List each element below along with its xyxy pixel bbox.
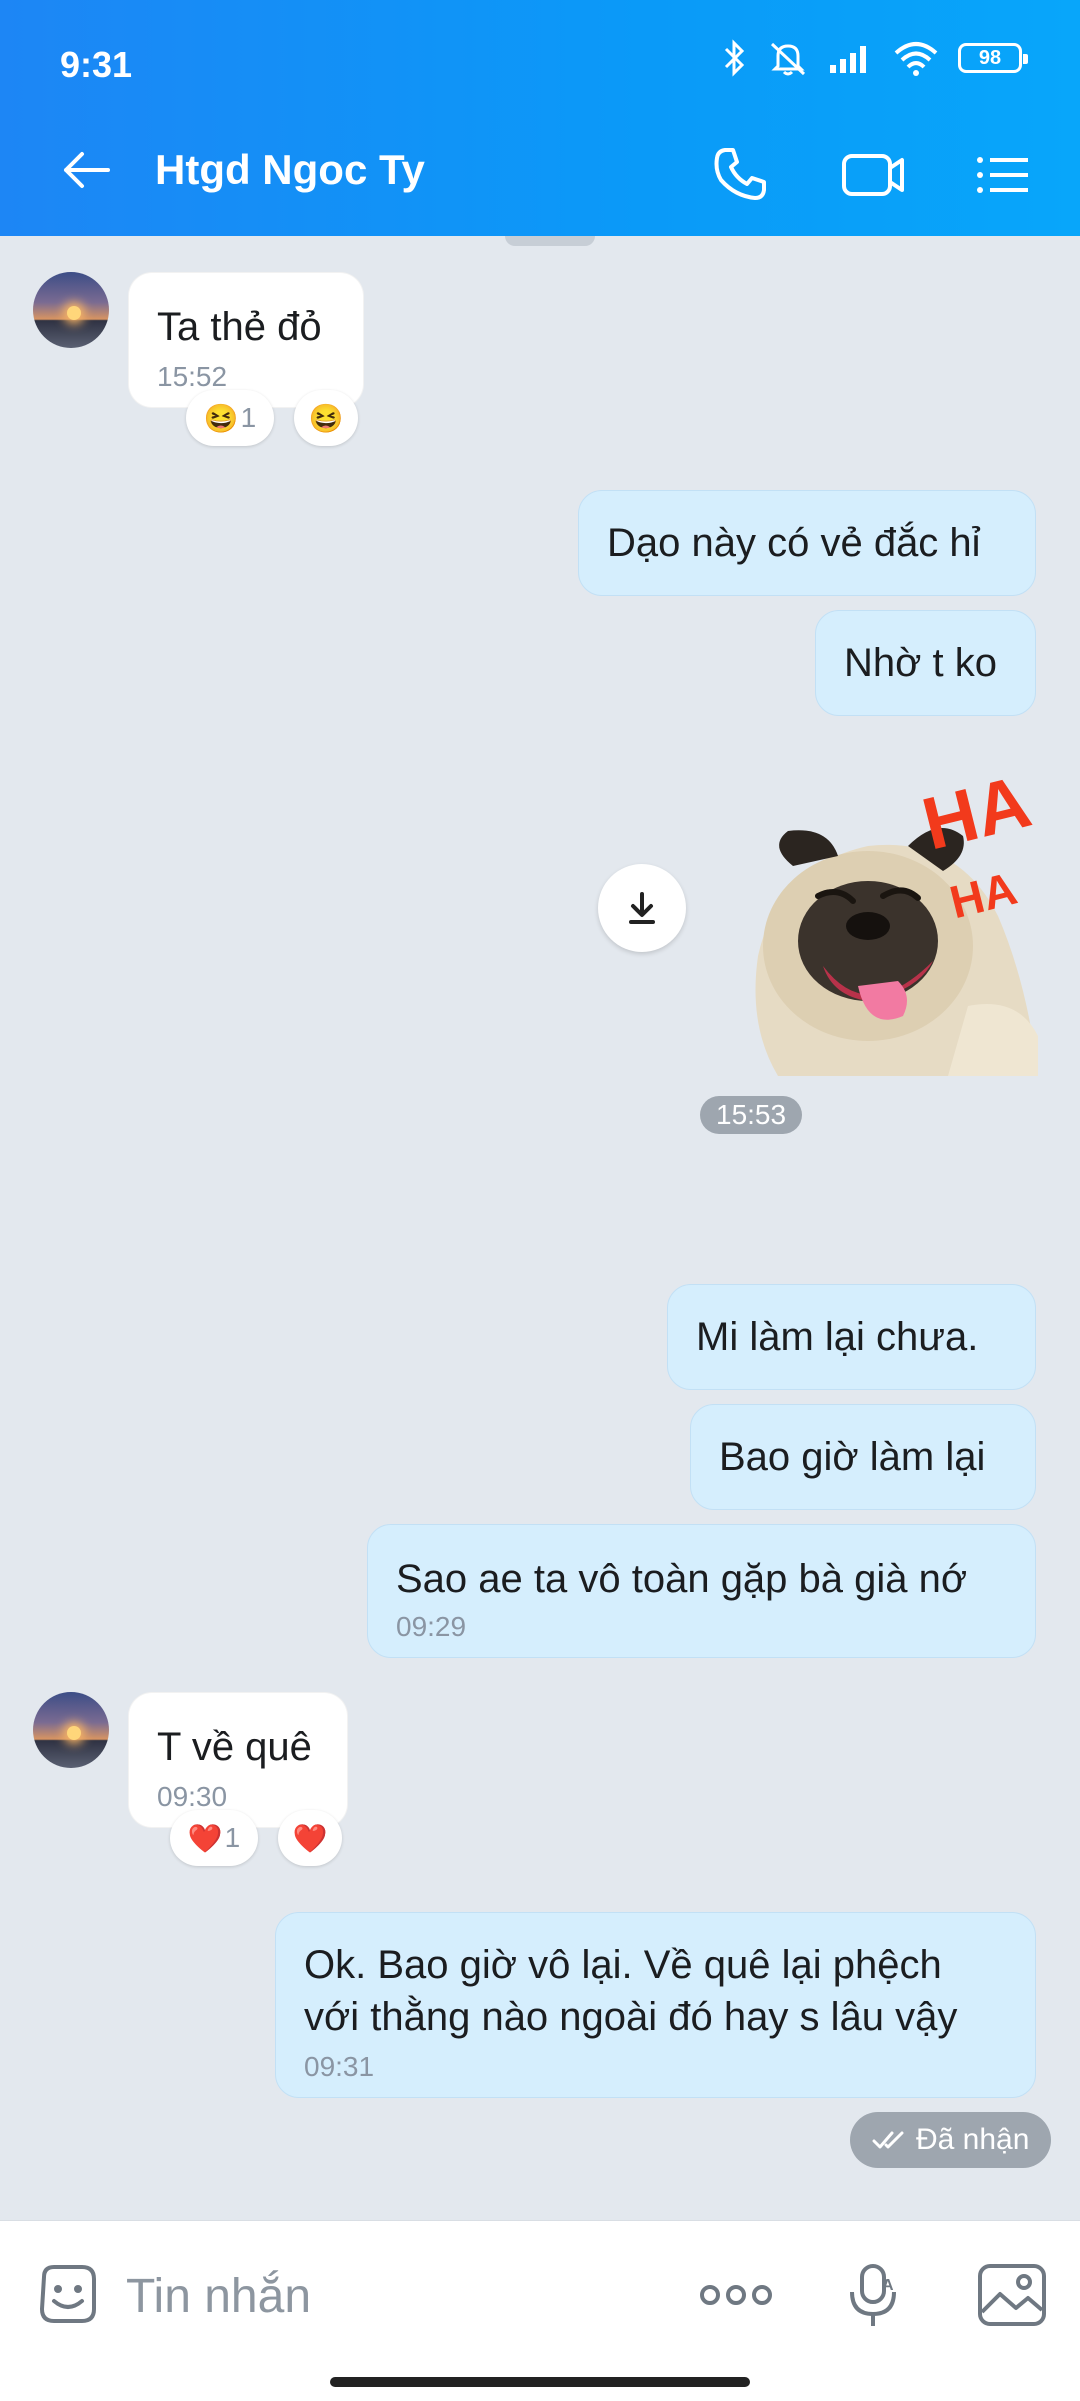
laugh-emoji-icon: 😆	[203, 402, 239, 434]
more-dots-icon	[700, 2285, 772, 2305]
add-reaction-button[interactable]: ❤️	[278, 1810, 342, 1866]
reaction-summary[interactable]: ❤️ 1	[170, 1810, 258, 1866]
status-icons: 98	[722, 38, 1028, 78]
outgoing-message[interactable]: Nhờ t ko	[815, 610, 1036, 716]
message-text: Sao ae ta vô toàn gặp bà già nớ	[396, 1557, 968, 1601]
call-button[interactable]	[705, 140, 775, 210]
reaction-count: 1	[224, 1822, 241, 1853]
options-menu-button[interactable]	[968, 140, 1038, 210]
contact-avatar[interactable]	[33, 272, 109, 348]
mute-icon	[770, 42, 806, 76]
list-menu-icon	[977, 157, 1028, 193]
arrow-left-icon	[64, 152, 110, 188]
download-icon	[629, 892, 655, 924]
emoji-sticker-icon	[39, 2265, 96, 2323]
image-gallery-button[interactable]	[972, 2255, 1052, 2335]
video-camera-icon	[842, 154, 904, 196]
microphone-icon: A	[850, 2264, 896, 2326]
laugh-emoji-icon: 😆	[308, 402, 344, 434]
message-time: 09:30	[157, 1781, 228, 1812]
message-text: Dạo này có vẻ đắc hỉ	[607, 521, 981, 565]
message-input[interactable]: Tin nhắn	[126, 2269, 311, 2324]
more-options-button[interactable]	[696, 2255, 776, 2335]
message-time: 09:29	[396, 1611, 467, 1642]
outgoing-message[interactable]: Bao giờ làm lại	[690, 1404, 1036, 1510]
message-text: Nhờ t ko	[844, 641, 997, 685]
timestamp-chip-partial	[505, 236, 595, 246]
svg-text:A: A	[882, 2277, 894, 2294]
video-call-button[interactable]	[838, 140, 908, 210]
home-indicator[interactable]	[330, 2377, 750, 2387]
message-text: Mi làm lại chưa.	[696, 1315, 979, 1359]
message-text: Bao giờ làm lại	[719, 1435, 986, 1479]
message-text-line-1: Ok. Bao giờ vô lại. Về quê lại phệch	[304, 1943, 942, 1987]
outgoing-message[interactable]: Sao ae ta vô toàn gặp bà già nớ 09:29	[367, 1524, 1036, 1658]
message-list[interactable]: Ta thẻ đỏ 15:52 😆 1 😆 Dạo này có vẻ đắc …	[0, 236, 1080, 2220]
reaction-summary[interactable]: 😆 1	[186, 390, 274, 446]
heart-emoji-icon: ❤️	[187, 1822, 223, 1854]
message-text-line-2: với thằng nào ngoài đó hay s lâu vậy	[304, 1995, 958, 2039]
reaction-count: 1	[240, 402, 257, 433]
bluetooth-icon	[724, 39, 745, 77]
image-gallery-icon	[978, 2264, 1046, 2326]
chat-header: 9:31 98 Htgd Ngoc Ty	[0, 0, 1080, 236]
signal-icon	[830, 46, 866, 73]
message-time: 09:31	[304, 2051, 375, 2082]
message-text: T về quê	[157, 1725, 312, 1769]
download-button[interactable]	[598, 864, 686, 952]
message-composer: Tin nhắn A	[0, 2220, 1080, 2401]
contact-avatar[interactable]	[33, 1692, 109, 1768]
pug-laughing-sticker[interactable]: HA HA	[718, 759, 1038, 1076]
incoming-message[interactable]: Ta thẻ đỏ 15:52	[128, 272, 364, 408]
add-reaction-button[interactable]: 😆	[294, 390, 358, 446]
heart-emoji-icon: ❤️	[292, 1822, 328, 1854]
message-text: Ta thẻ đỏ	[157, 305, 322, 349]
incoming-message[interactable]: T về quê 09:30	[128, 1692, 348, 1828]
phone-icon	[714, 148, 766, 200]
delivery-status-text: Đã nhận	[916, 2123, 1030, 2156]
outgoing-message[interactable]: Dạo này có vẻ đắc hỉ	[578, 490, 1036, 596]
double-check-icon	[872, 2131, 904, 2149]
message-time: 15:52	[157, 361, 228, 392]
battery-level: 98	[978, 46, 1002, 69]
wifi-icon	[894, 42, 938, 76]
delivery-status-badge: Đã nhận	[850, 2112, 1052, 2168]
battery-indicator: 98	[958, 43, 1028, 73]
back-button[interactable]	[56, 140, 116, 200]
sticker-button[interactable]	[28, 2255, 108, 2335]
outgoing-message[interactable]: Ok. Bao giờ vô lại. Về quê lại phệch với…	[275, 1912, 1036, 2098]
voice-message-button[interactable]: A	[834, 2255, 914, 2335]
status-time: 9:31	[60, 44, 133, 85]
chat-title[interactable]: Htgd Ngoc Ty	[155, 146, 425, 194]
message-time: 15:53	[700, 1096, 803, 1134]
outgoing-message[interactable]: Mi làm lại chưa.	[667, 1284, 1036, 1390]
